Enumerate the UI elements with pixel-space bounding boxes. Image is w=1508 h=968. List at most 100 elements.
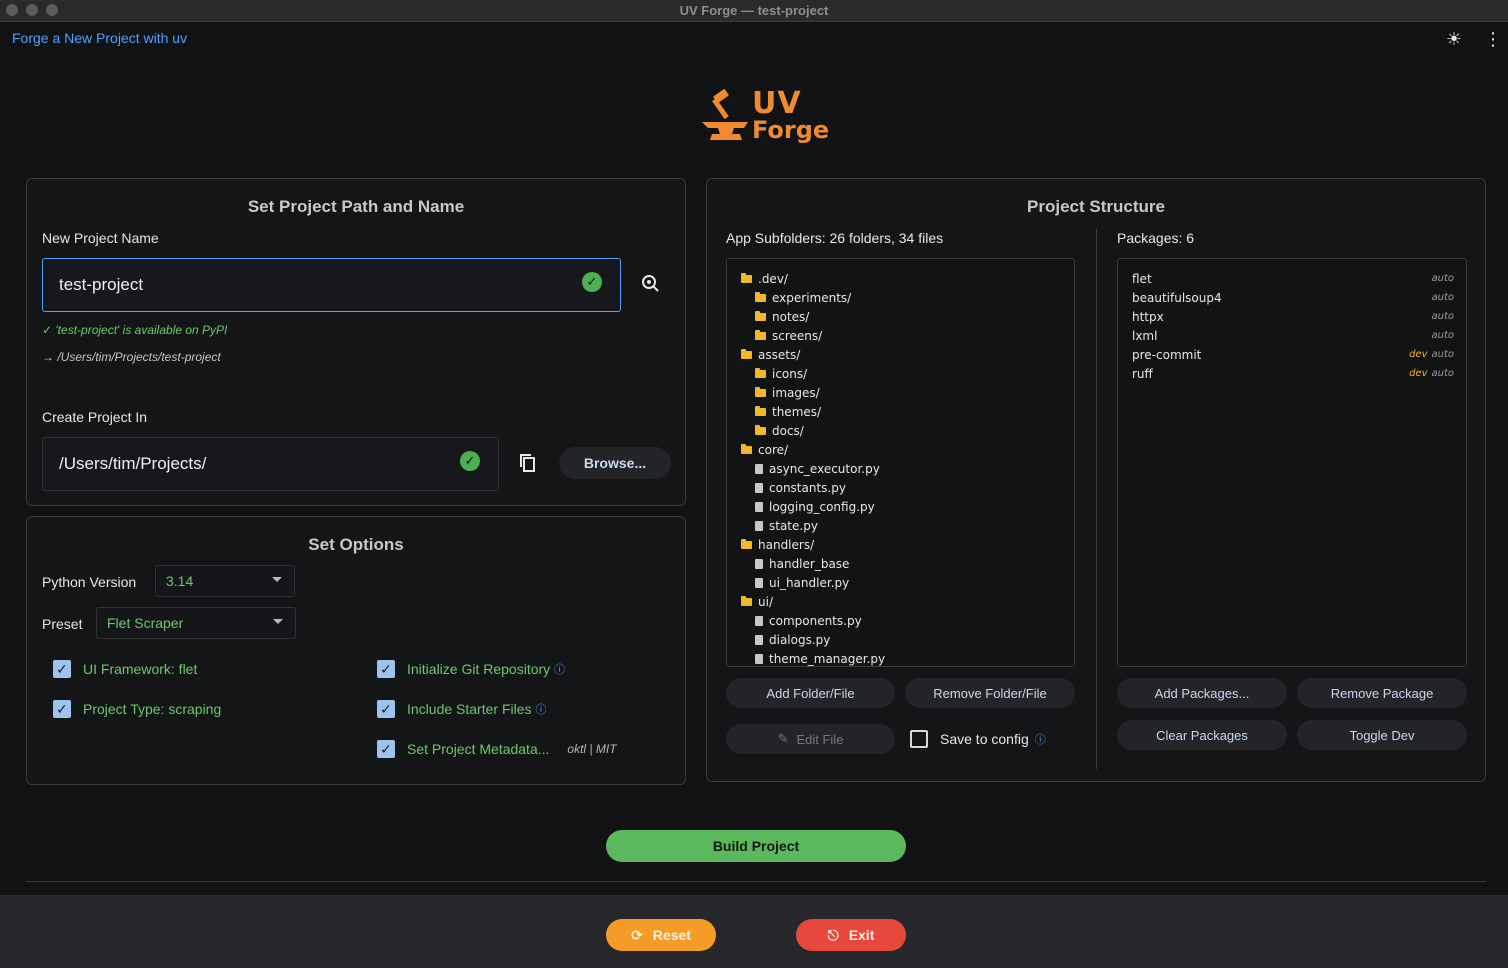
starter-files-label: Include Starter Files <box>407 701 532 717</box>
tree-item[interactable]: handler_base <box>755 554 849 573</box>
project-name-label: New Project Name <box>42 230 159 246</box>
edit-file-button[interactable]: ✎ Edit File <box>726 724 895 754</box>
packages-label: Packages: 6 <box>1117 230 1195 246</box>
tree-item[interactable]: .dev/ <box>741 269 788 288</box>
sun-icon[interactable]: ☀ <box>1446 30 1462 48</box>
ui-framework-checkbox[interactable]: ✓ UI Framework: flet <box>53 660 197 678</box>
tree-item[interactable]: screens/ <box>755 326 822 345</box>
preset-dropdown[interactable]: Flet Scraper <box>96 607 296 639</box>
more-vert-icon[interactable]: ⋮ <box>1484 30 1502 48</box>
info-icon[interactable]: ⓘ <box>536 701 547 717</box>
check-circle-icon: ✓ <box>582 272 602 292</box>
clear-packages-button[interactable]: Clear Packages <box>1117 720 1287 750</box>
reset-button[interactable]: ⟳ Reset <box>606 919 716 951</box>
save-to-config-checkbox[interactable]: Save to config ⓘ <box>910 730 1046 748</box>
anvil-hammer-icon <box>702 89 748 140</box>
tree-item[interactable]: docs/ <box>755 421 804 440</box>
options-panel: Set Options Python Version 3.14 Preset F… <box>26 516 686 785</box>
tree-item[interactable]: logging_config.py <box>755 497 875 516</box>
uv-forge-logo: UV Forge <box>700 86 829 150</box>
file-icon <box>755 653 763 664</box>
remove-folder-button[interactable]: Remove Folder/File <box>905 678 1075 708</box>
folder-tree[interactable]: .dev/experiments/notes/screens/assets/ic… <box>726 258 1075 667</box>
init-git-label: Initialize Git Repository <box>407 661 551 677</box>
tree-item[interactable]: themes/ <box>755 402 821 421</box>
tree-item[interactable]: components.py <box>755 611 862 630</box>
file-icon <box>755 558 763 569</box>
tree-item[interactable]: assets/ <box>741 345 800 364</box>
panel-title: Set Options <box>308 535 404 554</box>
add-folder-button[interactable]: Add Folder/File <box>726 678 895 708</box>
exit-button[interactable]: ⎋ Exit <box>796 919 906 951</box>
browse-button[interactable]: Browse... <box>559 447 671 479</box>
metadata-checkbox[interactable]: ✓ Set Project Metadata... oktl | MIT <box>377 740 617 758</box>
tree-item-label: logging_config.py <box>769 499 875 514</box>
chevron-down-icon <box>273 619 283 624</box>
build-project-button[interactable]: Build Project <box>606 830 906 862</box>
tree-item[interactable]: state.py <box>755 516 818 535</box>
package-item[interactable]: beautifulsoup4 auto <box>1132 288 1454 307</box>
check-circle-icon: ✓ <box>460 451 480 471</box>
checkbox-unchecked-icon <box>910 730 928 748</box>
package-name: beautifulsoup4 <box>1132 290 1222 305</box>
info-icon[interactable]: ⓘ <box>554 661 565 677</box>
package-item[interactable]: flet auto <box>1132 269 1454 288</box>
file-icon <box>755 577 763 588</box>
tree-item-label: images/ <box>772 385 820 400</box>
tree-item[interactable]: notes/ <box>755 307 809 326</box>
package-tags: dev auto <box>1409 349 1454 360</box>
tree-item[interactable]: core/ <box>741 440 788 459</box>
folder-icon <box>755 329 766 340</box>
tree-item[interactable]: icons/ <box>755 364 807 383</box>
folder-icon <box>741 538 752 549</box>
folder-icon <box>755 310 766 321</box>
project-location-value: /Users/tim/Projects/ <box>59 454 207 473</box>
tree-item[interactable]: handlers/ <box>741 535 814 554</box>
package-tags: auto <box>1431 292 1454 303</box>
tree-item[interactable]: async_executor.py <box>755 459 880 478</box>
package-item[interactable]: ruff dev auto <box>1132 364 1454 383</box>
project-type-label: Project Type: scraping <box>83 701 222 717</box>
package-item[interactable]: lxml auto <box>1132 326 1454 345</box>
dev-badge: dev <box>1409 349 1428 360</box>
tree-item-label: handler_base <box>769 556 850 571</box>
tree-item[interactable]: constants.py <box>755 478 846 497</box>
tree-item-label: icons/ <box>772 366 808 381</box>
window-controls[interactable] <box>6 4 58 16</box>
close-window-icon[interactable] <box>6 4 18 16</box>
tree-item[interactable]: dialogs.py <box>755 630 830 649</box>
python-version-dropdown[interactable]: 3.14 <box>155 565 295 597</box>
tree-item[interactable]: experiments/ <box>755 288 851 307</box>
search-pypi-icon[interactable] <box>641 274 659 297</box>
remove-package-button[interactable]: Remove Package <box>1297 678 1467 708</box>
panel-divider <box>1096 229 1097 769</box>
package-list[interactable]: flet auto beautifulsoup4 auto httpx auto lxml a… <box>1117 258 1467 667</box>
project-name-input[interactable]: test-project <box>42 258 621 312</box>
subfolders-label: App Subfolders: 26 folders, 34 files <box>726 230 944 246</box>
auto-badge: auto <box>1431 330 1454 341</box>
checkbox-checked-icon: ✓ <box>53 660 71 678</box>
checkbox-checked-icon: ✓ <box>377 700 395 718</box>
add-packages-button[interactable]: Add Packages... <box>1117 678 1287 708</box>
app-title: Forge a New Project with uv <box>12 30 188 46</box>
project-location-input[interactable]: /Users/tim/Projects/ <box>42 437 499 491</box>
checkbox-checked-icon: ✓ <box>53 700 71 718</box>
minimize-window-icon[interactable] <box>26 4 38 16</box>
copy-icon[interactable] <box>519 453 537 478</box>
zoom-window-icon[interactable] <box>46 4 58 16</box>
project-type-checkbox[interactable]: ✓ Project Type: scraping <box>53 700 221 718</box>
init-git-checkbox[interactable]: ✓ Initialize Git Repository ⓘ <box>377 660 565 678</box>
package-item[interactable]: httpx auto <box>1132 307 1454 326</box>
metadata-label: Set Project Metadata... <box>407 741 550 757</box>
tree-item[interactable]: theme_manager.py <box>755 649 885 666</box>
package-item[interactable]: pre-commit dev auto <box>1132 345 1454 364</box>
tree-item[interactable]: ui/ <box>741 592 773 611</box>
info-icon[interactable]: ⓘ <box>1035 731 1046 747</box>
folder-icon <box>755 405 766 416</box>
tree-item[interactable]: images/ <box>755 383 820 402</box>
package-tags: dev auto <box>1409 368 1454 379</box>
tree-item[interactable]: ui_handler.py <box>755 573 849 592</box>
panel-title: Project Structure <box>1027 197 1165 216</box>
toggle-dev-button[interactable]: Toggle Dev <box>1297 720 1467 750</box>
starter-files-checkbox[interactable]: ✓ Include Starter Files ⓘ <box>377 700 547 718</box>
